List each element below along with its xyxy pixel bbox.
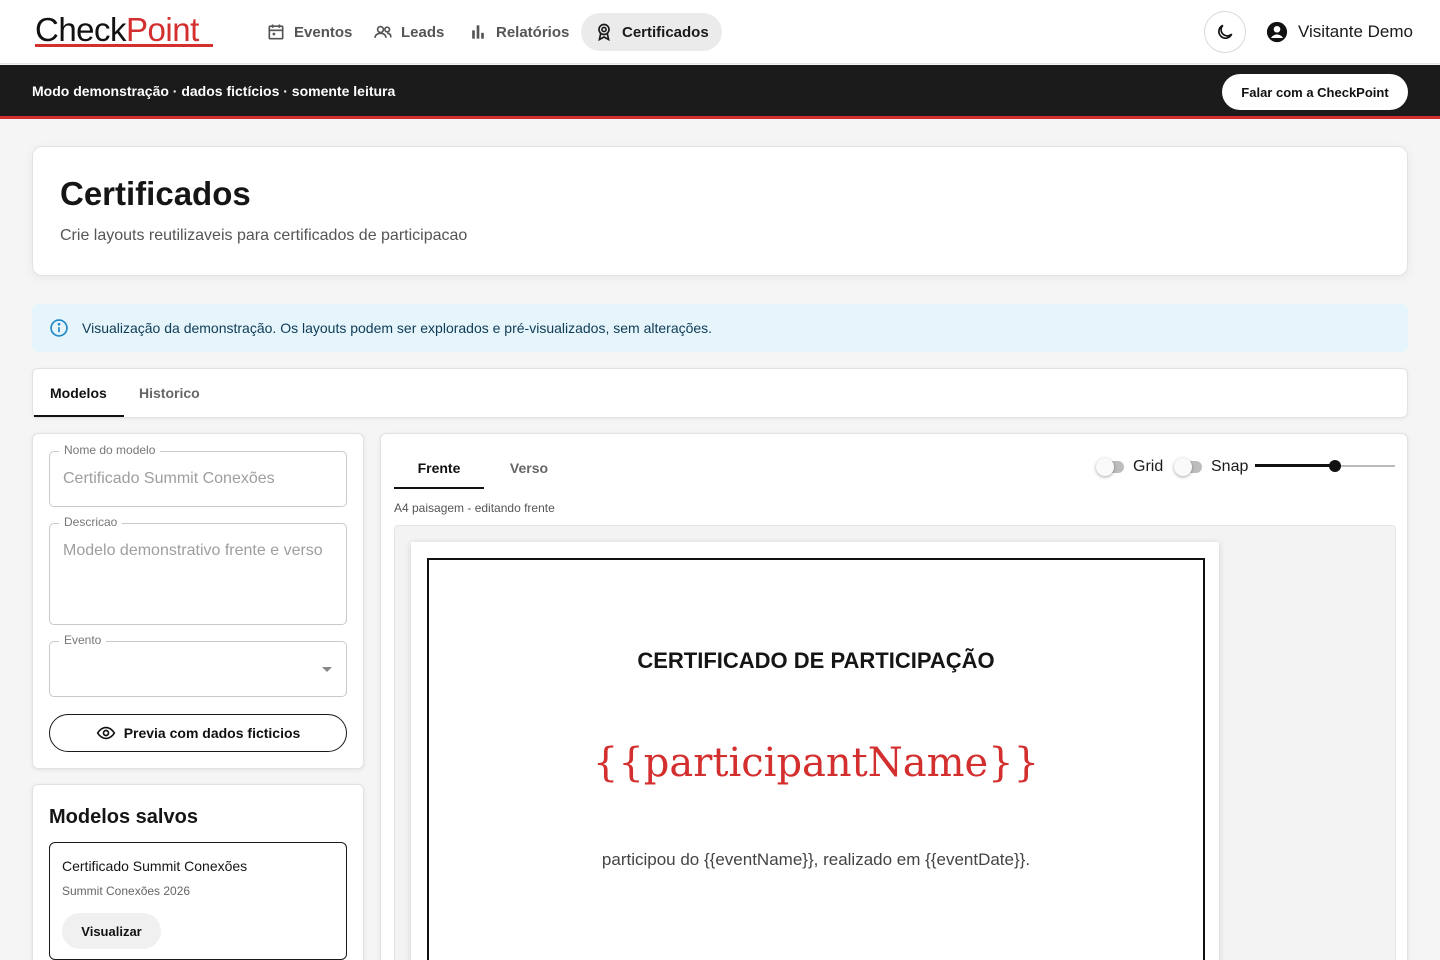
nav-item-relatorios[interactable]: Relatórios bbox=[455, 13, 582, 51]
nav-item-label: Certificados bbox=[622, 23, 709, 41]
editor-tab-indicator bbox=[394, 487, 484, 489]
people-icon bbox=[374, 25, 392, 38]
theme-toggle-button[interactable] bbox=[1204, 11, 1246, 53]
page-format-caption: A4 paisagem - editando frente bbox=[394, 501, 555, 515]
certificate-border[interactable]: CERTIFICADO DE PARTICIPAÇÃO {{participan… bbox=[427, 558, 1205, 960]
tab-modelos[interactable]: Modelos bbox=[50, 369, 107, 417]
view-model-button[interactable]: Visualizar bbox=[62, 913, 161, 949]
event-select[interactable]: Evento bbox=[49, 633, 347, 697]
info-alert-text: Visualização da demonstração. Os layouts… bbox=[82, 320, 713, 336]
logo-underline bbox=[35, 44, 213, 47]
zoom-slider-fill bbox=[1255, 464, 1335, 467]
user-name: Visitante Demo bbox=[1298, 22, 1413, 41]
contact-checkpoint-button[interactable]: Falar com a CheckPoint bbox=[1222, 74, 1408, 110]
demo-banner-text: Modo demonstração · dados fictícios · so… bbox=[32, 83, 396, 99]
dropdown-caret-icon bbox=[322, 667, 332, 672]
top-navbar: CheckPoint Eventos Leads Relatórios Cert… bbox=[0, 0, 1440, 64]
zoom-slider[interactable] bbox=[1255, 454, 1395, 478]
editor-canvas[interactable]: CERTIFICADO DE PARTICIPAÇÃO {{participan… bbox=[394, 525, 1396, 960]
snap-switch[interactable] bbox=[1174, 458, 1202, 476]
award-icon bbox=[598, 23, 610, 42]
nav-item-certificados[interactable]: Certificados bbox=[581, 13, 722, 51]
page-title: Certificados bbox=[60, 175, 251, 212]
calendar-icon bbox=[268, 24, 284, 40]
snap-switch-knob bbox=[1174, 458, 1192, 476]
tab-frente[interactable]: Frente bbox=[394, 448, 484, 488]
certificate-page[interactable]: CERTIFICADO DE PARTICIPAÇÃO {{participan… bbox=[411, 542, 1219, 960]
main-tabs: Modelos Historico bbox=[32, 368, 1408, 418]
participant-name-placeholder[interactable]: {{participantName}} bbox=[429, 740, 1203, 786]
grid-label: Grid bbox=[1133, 458, 1164, 475]
moon-icon bbox=[1218, 24, 1233, 39]
certificate-title[interactable]: CERTIFICADO DE PARTICIPAÇÃO bbox=[429, 648, 1203, 674]
snap-toggle[interactable]: Snap bbox=[1174, 456, 1249, 478]
tab-verso[interactable]: Verso bbox=[484, 448, 574, 488]
info-alert: Visualização da demonstração. Os layouts… bbox=[32, 304, 1408, 352]
description-label: Descricao bbox=[59, 515, 123, 529]
description-value: Modelo demonstrativo frente e verso bbox=[63, 542, 323, 559]
grid-switch-knob bbox=[1096, 458, 1114, 476]
logo-check-text: Check bbox=[35, 11, 127, 48]
event-label: Evento bbox=[59, 633, 107, 647]
certificate-body-text[interactable]: participou do {{eventName}}, realizado e… bbox=[429, 850, 1203, 870]
nav-item-label: Eventos bbox=[294, 23, 353, 41]
saved-model-item[interactable]: Certificado Summit Conexões Summit Conex… bbox=[49, 842, 347, 960]
grid-toggle[interactable]: Grid bbox=[1096, 456, 1164, 478]
info-icon bbox=[50, 319, 68, 337]
page-subtitle: Crie layouts reutilizaveis para certific… bbox=[60, 227, 468, 244]
snap-label: Snap bbox=[1211, 458, 1249, 475]
saved-models-card: Modelos salvos Certificado Summit Conexõ… bbox=[32, 784, 364, 960]
template-form-card: Nome do modelo Certificado Summit Conexõ… bbox=[32, 433, 364, 769]
nav-item-leads[interactable]: Leads bbox=[360, 13, 457, 51]
preview-button-label: Previa com dados ficticios bbox=[123, 725, 301, 741]
nav-item-eventos[interactable]: Eventos bbox=[253, 13, 365, 51]
template-name-value: Certificado Summit Conexões bbox=[63, 470, 275, 487]
nav-item-label: Relatórios bbox=[496, 23, 570, 41]
tab-historico[interactable]: Historico bbox=[139, 369, 200, 417]
description-field[interactable]: Descricao Modelo demonstrativo frente e … bbox=[49, 515, 347, 625]
nav-item-label: Leads bbox=[401, 23, 445, 41]
active-tab-indicator bbox=[34, 415, 124, 417]
zoom-slider-thumb[interactable] bbox=[1328, 460, 1341, 472]
demo-banner: Modo demonstração · dados fictícios · so… bbox=[0, 65, 1440, 119]
bar-chart-icon bbox=[472, 25, 484, 39]
saved-model-event: Summit Conexões 2026 bbox=[62, 884, 191, 898]
account-circle-icon bbox=[1266, 21, 1288, 43]
logo-point-text: Point bbox=[126, 11, 199, 48]
template-name-label: Nome do modelo bbox=[59, 443, 161, 457]
saved-models-title: Modelos salvos bbox=[49, 806, 198, 828]
template-name-field[interactable]: Nome do modelo Certificado Summit Conexõ… bbox=[49, 443, 347, 507]
page-header-card: Certificados Crie layouts reutilizaveis … bbox=[32, 146, 1408, 276]
certificate-editor-card: Frente Verso Grid Snap A4 paisagem - edi… bbox=[380, 433, 1408, 960]
saved-model-name: Certificado Summit Conexões bbox=[62, 858, 248, 874]
user-menu[interactable]: Visitante Demo bbox=[1266, 18, 1413, 46]
eye-icon bbox=[96, 726, 115, 740]
preview-fake-data-button[interactable]: Previa com dados ficticios bbox=[49, 714, 347, 752]
grid-switch[interactable] bbox=[1096, 458, 1124, 476]
